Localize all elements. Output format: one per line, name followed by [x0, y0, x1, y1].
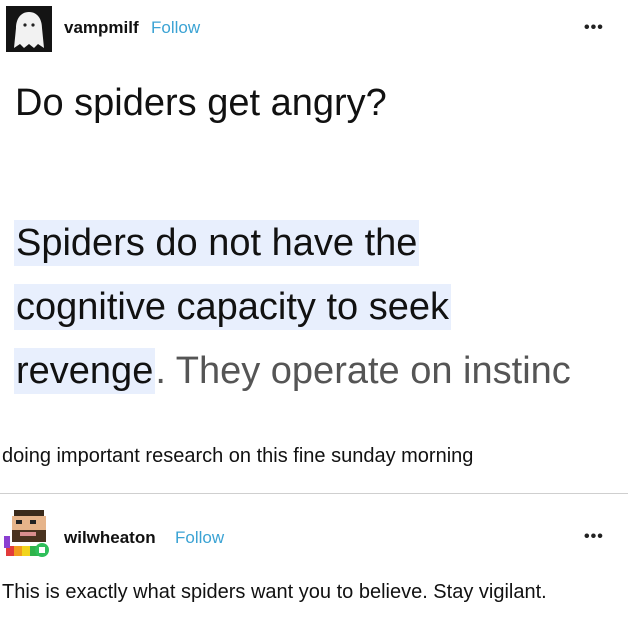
- post-caption: doing important research on this fine su…: [2, 445, 474, 467]
- ghost-icon: [6, 6, 52, 52]
- post-question: Do spiders get angry?: [15, 82, 387, 124]
- snippet-line: cognitive capacity to seek: [14, 284, 452, 330]
- reply-author[interactable]: wilwheaton: [64, 528, 156, 548]
- divider: [0, 493, 628, 494]
- avatar[interactable]: [4, 506, 52, 558]
- follow-button[interactable]: Follow: [175, 528, 224, 548]
- post-more-menu[interactable]: •••: [584, 19, 604, 37]
- snippet-line: Spiders do not have the: [14, 220, 420, 266]
- snippet-highlight: Spiders do not have the: [14, 220, 420, 266]
- snippet-continuation: . They operate on instinc: [155, 350, 571, 392]
- reply-text: This is exactly what spiders want you to…: [2, 581, 547, 603]
- post-author[interactable]: vampmilf: [64, 18, 139, 38]
- snippet-highlight: revenge: [14, 348, 156, 394]
- snippet-highlight: cognitive capacity to seek: [14, 284, 452, 330]
- follow-button[interactable]: Follow: [151, 18, 200, 38]
- pixel-portrait-icon: [4, 506, 52, 558]
- snippet-line: revenge. They operate on instinc: [14, 348, 571, 394]
- reply-more-menu[interactable]: •••: [584, 528, 604, 546]
- avatar[interactable]: [6, 6, 52, 52]
